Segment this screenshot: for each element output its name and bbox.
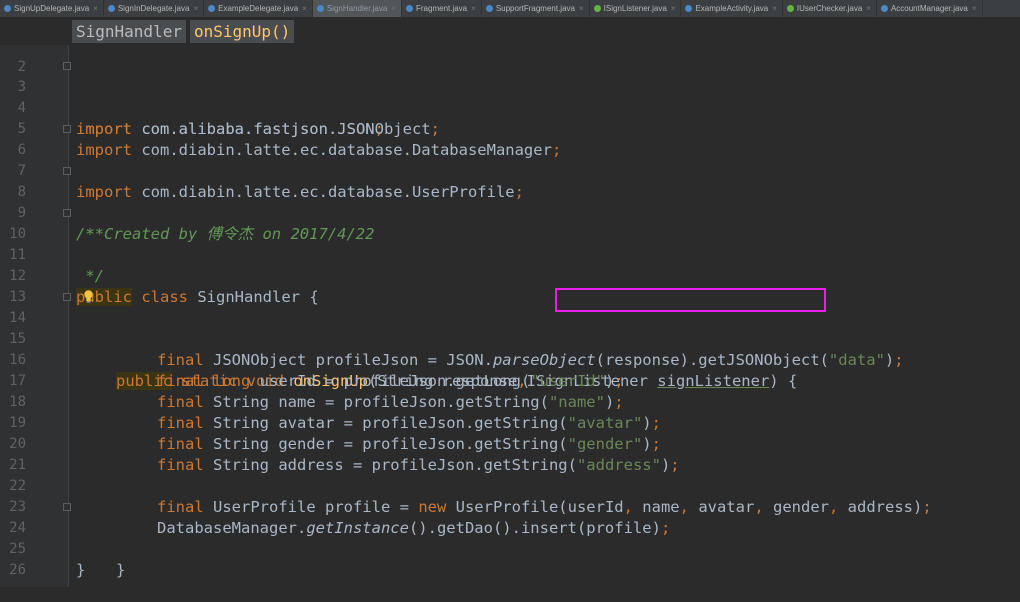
fold-marker-icon[interactable] — [63, 125, 71, 133]
code-editor[interactable]: 2 3 import com.alibaba.fastjson.JSON; 4 … — [0, 45, 1020, 587]
code-line[interactable]: 7 — [0, 140, 1020, 179]
code-line[interactable]: 6 import com.diabin.latte.ec.database.Us… — [0, 119, 1020, 201]
editor-tab[interactable]: SupportFragment.java × — [482, 0, 590, 17]
java-class-icon — [4, 5, 11, 12]
code-line[interactable]: 12 public class SignHandler { — [0, 245, 1020, 306]
code-line[interactable]: 8 /** — [0, 161, 1020, 243]
code-line[interactable]: 11 — [0, 224, 1020, 263]
editor-tab[interactable]: ISignListener.java × — [590, 0, 682, 17]
close-tab-icon[interactable]: × — [671, 4, 676, 13]
code-line[interactable]: 9 * Created by 傅令杰 on 2017/4/22 — [0, 182, 1020, 243]
close-tab-icon[interactable]: × — [193, 4, 198, 13]
fold-marker-icon[interactable] — [63, 503, 71, 511]
java-class-icon — [107, 5, 115, 12]
editor-tab[interactable]: SignInDelegate.java × — [104, 0, 205, 17]
editor-tab-label: SignUpDelegate.java — [14, 4, 90, 13]
editor-tab-label: SignHandler.java — [326, 4, 388, 13]
code-line[interactable]: 4 import com.alibaba.fastjson.JSONObject… — [0, 77, 1020, 138]
editor-tab[interactable]: SignUpDelegate.java × — [0, 0, 104, 17]
close-tab-icon[interactable]: × — [866, 4, 871, 13]
code-line[interactable]: 14 public static void onSignUp(String re… — [0, 287, 1020, 390]
close-tab-icon[interactable]: × — [93, 4, 98, 13]
fold-marker-icon[interactable] — [63, 209, 71, 217]
code-line[interactable]: 22 final UserProfile profile = new UserP… — [0, 455, 1020, 516]
code-line[interactable]: 19 final String gender = profileJson.get… — [0, 392, 1020, 453]
close-tab-icon[interactable]: × — [972, 4, 977, 13]
editor-tab-label: ExampleActivity.java — [695, 4, 769, 13]
close-tab-icon[interactable]: × — [391, 4, 396, 13]
editor-tab-label: IUserChecker.java — [796, 4, 863, 13]
code-line[interactable]: 24 } — [0, 497, 1020, 579]
java-class-icon — [685, 5, 693, 12]
code-line[interactable]: 13 — [0, 266, 1020, 305]
code-line[interactable]: 16 final long userId = profileJson.getLo… — [0, 329, 1020, 390]
editor-tab[interactable]: SignHandler.java × — [312, 0, 402, 17]
intention-lightbulb-icon[interactable] — [83, 290, 94, 303]
editor-tab[interactable]: ExampleDelegate.java × — [204, 0, 313, 17]
editor-tab-label: ISignListener.java — [603, 4, 667, 13]
java-class-icon — [406, 5, 413, 12]
editor-tab-label: SupportFragment.java — [495, 4, 575, 13]
code-line[interactable]: 17 final String name = profileJson.getSt… — [0, 350, 1020, 411]
code-line[interactable]: 25 } — [0, 518, 1020, 579]
editor-tab-label: ExampleDelegate.java — [218, 4, 299, 13]
closing-brace: } — [76, 561, 86, 579]
editor-tab-label: AccountManager.java — [890, 4, 968, 13]
fold-marker-icon[interactable] — [63, 167, 71, 175]
close-tab-icon[interactable]: × — [471, 4, 476, 13]
close-tab-icon[interactable]: × — [772, 4, 777, 13]
code-line: 2 — [0, 36, 1020, 75]
code-line[interactable]: 15 final JSONObject profileJson = JSON.p… — [0, 308, 1020, 369]
java-interface-icon — [593, 5, 601, 12]
editor-tab[interactable]: ExampleActivity.java × — [681, 0, 783, 17]
code-line[interactable]: 3 import com.alibaba.fastjson.JSON; — [0, 56, 1020, 138]
code-line[interactable]: 20 final String address = profileJson.ge… — [0, 413, 1020, 474]
code-line[interactable]: 10 */ — [0, 203, 1020, 285]
code-line[interactable]: 23 DatabaseManager.getInstance().getDao(… — [0, 476, 1020, 537]
editor-tab[interactable]: IUserChecker.java × — [783, 0, 877, 17]
editor-tab[interactable]: AccountManager.java × — [877, 0, 983, 17]
java-class-icon — [880, 5, 888, 12]
java-class-icon — [485, 5, 493, 12]
editor-tab[interactable]: Fragment.java × — [402, 0, 482, 17]
editor-tab-bar: SignUpDelegate.java × SignInDelegate.java ×… — [0, 0, 1020, 18]
code-line[interactable]: 5 import com.diabin.latte.ec.database.Da… — [0, 98, 1020, 159]
java-class-icon — [316, 5, 324, 12]
line-number: 26 — [9, 562, 26, 578]
code-line[interactable]: 18 final String avatar = profileJson.get… — [0, 371, 1020, 432]
code-line[interactable]: 26 — [0, 539, 1020, 578]
editor-tab-label: Fragment.java — [416, 4, 468, 13]
closing-brace: } — [116, 561, 126, 579]
fold-marker-icon[interactable] — [63, 62, 71, 70]
editor-tab-label: SignInDelegate.java — [117, 4, 190, 13]
java-class-icon — [208, 5, 216, 12]
fold-marker-icon[interactable] — [63, 293, 71, 301]
close-tab-icon[interactable]: × — [302, 4, 307, 13]
code-line[interactable]: 21 — [0, 434, 1020, 473]
close-tab-icon[interactable]: × — [579, 4, 584, 13]
java-interface-icon — [786, 5, 794, 12]
